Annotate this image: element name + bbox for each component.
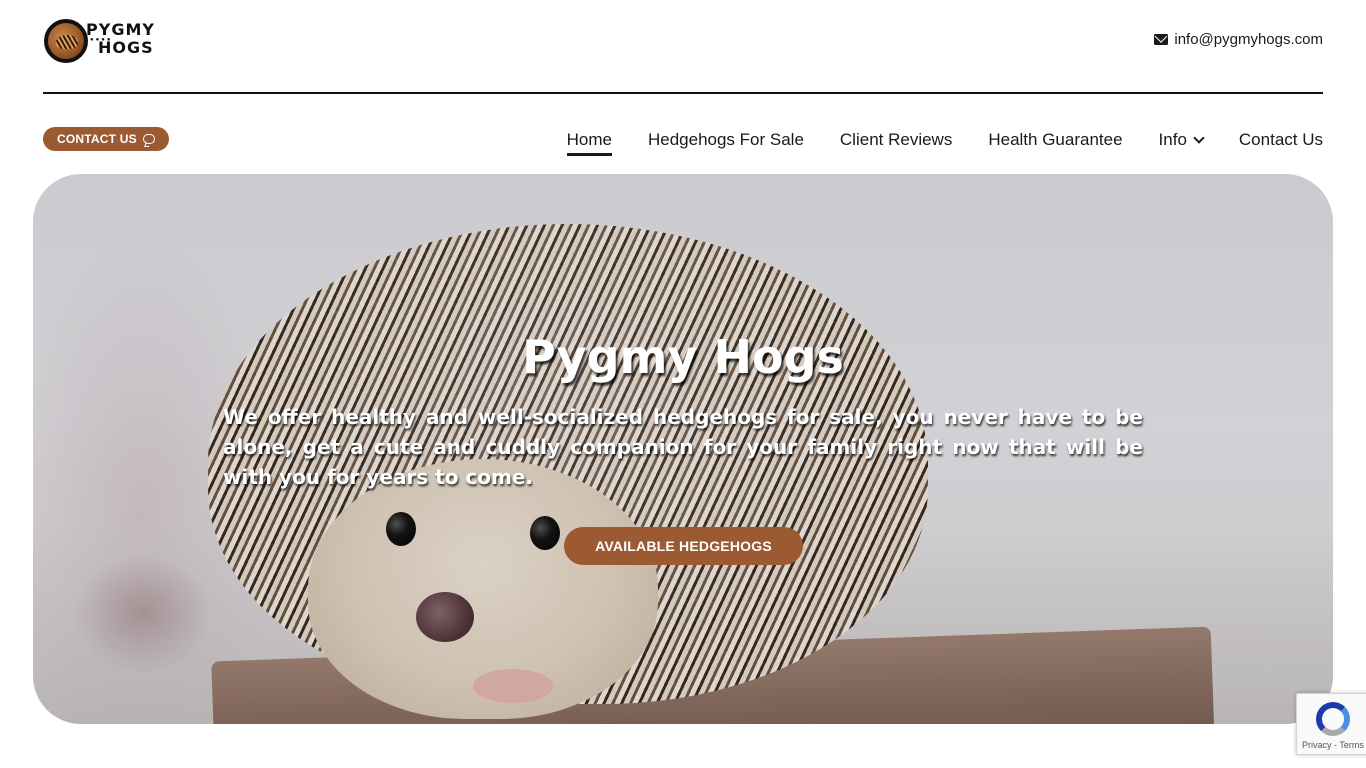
nav-item-health-guarantee[interactable]: Health Guarantee xyxy=(988,128,1122,152)
header-email-text: info@pygmyhogs.com xyxy=(1174,31,1323,48)
nav-item-info[interactable]: Info xyxy=(1158,128,1205,152)
recaptcha-privacy-terms[interactable]: Privacy - Terms xyxy=(1302,740,1364,750)
logo-text-top: PYGMY xyxy=(86,20,155,39)
nav-item-label: Info xyxy=(1158,130,1187,149)
recaptcha-icon xyxy=(1316,702,1350,736)
nav-item-label: Contact Us xyxy=(1238,130,1323,149)
envelope-icon xyxy=(1154,34,1169,45)
nav-item-label: Hedgehogs For Sale xyxy=(647,130,804,149)
nav-item-client-reviews[interactable]: Client Reviews xyxy=(840,128,952,152)
hero-banner: Pygmy Hogs We offer healthy and well-soc… xyxy=(33,174,1333,724)
hero-description: We offer healthy and well-socialized hed… xyxy=(223,405,1143,489)
available-hedgehogs-button[interactable]: AVAILABLE HEDGEHOGS xyxy=(564,527,803,565)
nav-item-contact-us[interactable]: Contact Us xyxy=(1239,128,1323,152)
hedgehog-logo-icon xyxy=(44,19,88,63)
chevron-down-icon xyxy=(1193,131,1205,144)
main-nav: Home Hedgehogs For Sale Client Reviews H… xyxy=(566,128,1323,156)
recaptcha-badge[interactable]: Privacy - Terms xyxy=(1296,693,1366,755)
nav-item-hedgehogs-for-sale[interactable]: Hedgehogs For Sale xyxy=(648,128,804,152)
nav-item-home[interactable]: Home xyxy=(566,128,613,156)
header-email-link[interactable]: info@pygmyhogs.com xyxy=(1154,31,1323,48)
logo-text-bottom: HOGS xyxy=(98,38,154,57)
contact-us-label: CONTACT US xyxy=(57,132,137,146)
nav-item-label: Home xyxy=(566,130,612,149)
contact-us-button[interactable]: CONTACT US xyxy=(43,127,169,151)
chat-icon xyxy=(142,134,155,144)
header-divider xyxy=(43,92,1323,94)
available-hedgehogs-label: AVAILABLE HEDGEHOGS xyxy=(595,538,772,554)
nav-item-label: Client Reviews xyxy=(839,130,953,149)
nav-item-label: Health Guarantee xyxy=(988,130,1123,149)
site-logo[interactable]: PYGMY ●●●● HOGS xyxy=(44,19,164,65)
hero-title: Pygmy Hogs xyxy=(522,330,844,384)
